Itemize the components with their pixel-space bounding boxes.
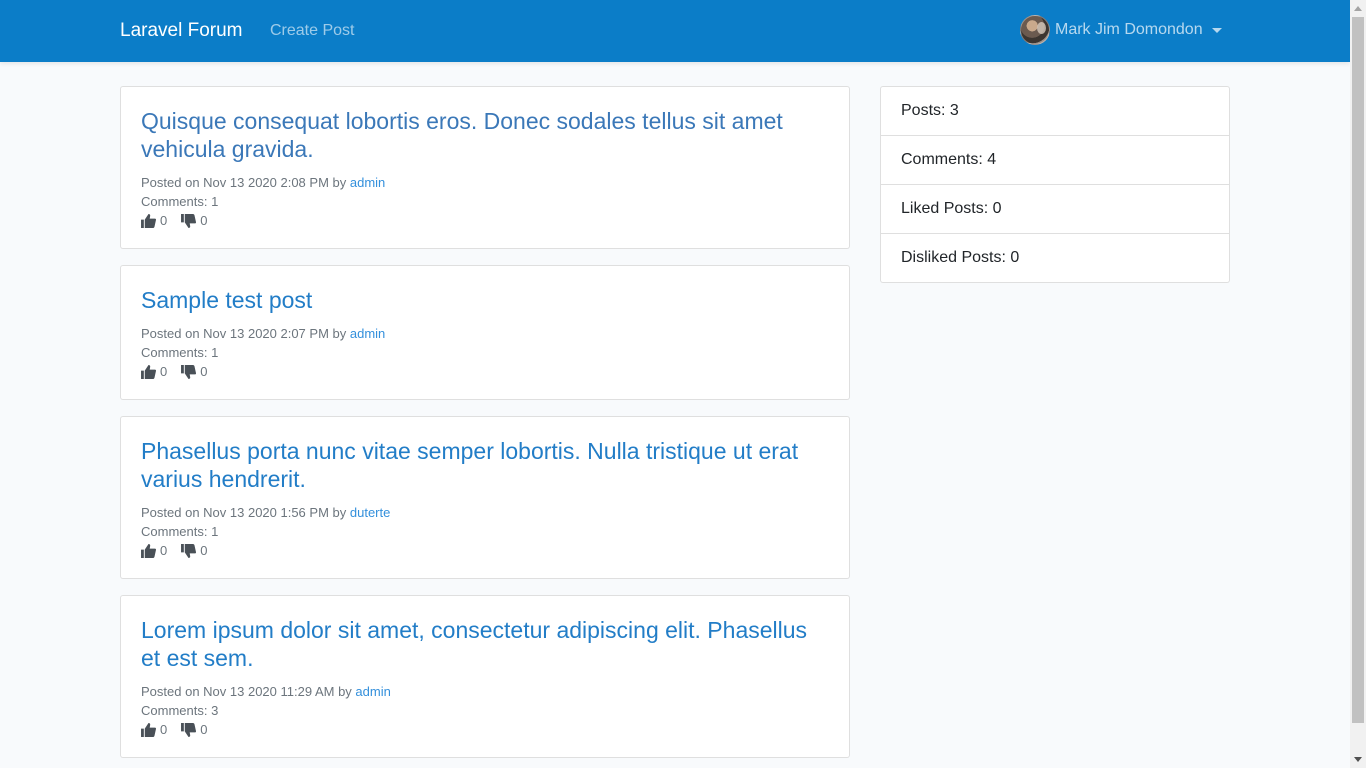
user-name: Mark Jim Domondon (1055, 21, 1203, 38)
like-count: 0 (160, 543, 168, 558)
author-link[interactable]: duterte (350, 505, 390, 520)
user-dropdown[interactable]: Mark Jim Domondon (1020, 15, 1222, 45)
comments-count: Comments: 1 (141, 194, 219, 209)
post-title-link[interactable]: Quisque consequat lobortis eros. Donec s… (141, 107, 829, 163)
dislike-count: 0 (200, 213, 208, 228)
post-card: Lorem ipsum dolor sit amet, consectetur … (120, 595, 850, 758)
thumbs-up-icon (141, 722, 156, 737)
create-post-link[interactable]: Create Post (270, 20, 354, 42)
stats-list: Posts: 3 Comments: 4 Liked Posts: 0 Disl… (880, 86, 1230, 283)
reactions: 0 0 (141, 541, 829, 560)
thumbs-down-icon (181, 213, 197, 228)
post-meta: Posted on Nov 13 2020 2:08 PM by admin (141, 173, 829, 192)
scroll-down-icon[interactable] (1354, 757, 1362, 762)
avatar (1020, 15, 1050, 45)
scrollbar-thumb[interactable] (1352, 17, 1364, 723)
dislike-button[interactable]: 0 (181, 213, 207, 228)
vertical-scrollbar[interactable] (1350, 0, 1366, 768)
dislike-button[interactable]: 0 (181, 543, 207, 558)
brand-link[interactable]: Laravel Forum (120, 19, 243, 43)
reactions: 0 0 (141, 362, 829, 381)
like-count: 0 (160, 213, 168, 228)
post-card: Phasellus porta nunc vitae semper lobort… (120, 416, 850, 579)
like-count: 0 (160, 364, 168, 379)
author-link[interactable]: admin (350, 326, 385, 341)
dislike-count: 0 (200, 722, 208, 737)
thumbs-up-icon (141, 364, 156, 379)
thumbs-down-icon (181, 722, 197, 737)
like-button[interactable]: 0 (141, 213, 167, 228)
stat-disliked-posts: Disliked Posts: 0 (901, 249, 1020, 266)
like-button[interactable]: 0 (141, 364, 167, 379)
post-title-link[interactable]: Sample test post (141, 286, 829, 314)
stat-posts: Posts: 3 (881, 87, 1229, 136)
comments-count: Comments: 1 (141, 524, 219, 539)
comments-count: Comments: 3 (141, 703, 219, 718)
stat-comments: Comments: 4 (881, 136, 1229, 185)
reactions: 0 0 (141, 211, 829, 230)
dislike-button[interactable]: 0 (181, 722, 207, 737)
author-link[interactable]: admin (355, 684, 390, 699)
post-card: Sample test post Posted on Nov 13 2020 2… (120, 265, 850, 400)
post-meta: Posted on Nov 13 2020 1:56 PM by duterte (141, 503, 829, 522)
post-meta: Posted on Nov 13 2020 2:07 PM by admin (141, 324, 829, 343)
post-title-link[interactable]: Lorem ipsum dolor sit amet, consectetur … (141, 616, 829, 672)
author-link[interactable]: admin (350, 175, 385, 190)
like-button[interactable]: 0 (141, 543, 167, 558)
thumbs-up-icon (141, 213, 156, 228)
thumbs-down-icon (181, 364, 197, 379)
thumbs-up-icon (141, 543, 156, 558)
like-count: 0 (160, 722, 168, 737)
post-meta: Posted on Nov 13 2020 11:29 AM by admin (141, 682, 829, 701)
posted-on-text: Posted on Nov 13 2020 2:08 PM by (141, 175, 347, 190)
posted-on-text: Posted on Nov 13 2020 2:07 PM by (141, 326, 347, 341)
dislike-count: 0 (200, 543, 208, 558)
posted-on-text: Posted on Nov 13 2020 1:56 PM by (141, 505, 347, 520)
comments-count: Comments: 1 (141, 345, 219, 360)
like-button[interactable]: 0 (141, 722, 167, 737)
dislike-count: 0 (200, 364, 208, 379)
posted-on-text: Posted on Nov 13 2020 11:29 AM by (141, 684, 352, 699)
thumbs-down-icon (181, 543, 197, 558)
reactions: 0 0 (141, 720, 829, 739)
stat-liked-posts: Liked Posts: 0 (881, 185, 1229, 234)
post-title-link[interactable]: Phasellus porta nunc vitae semper lobort… (141, 437, 829, 493)
scroll-up-icon[interactable] (1354, 6, 1362, 11)
navbar: Laravel Forum Create Post Mark Jim Domon… (0, 0, 1350, 62)
post-card: Quisque consequat lobortis eros. Donec s… (120, 86, 850, 249)
caret-down-icon (1211, 27, 1222, 33)
dislike-button[interactable]: 0 (181, 364, 207, 379)
